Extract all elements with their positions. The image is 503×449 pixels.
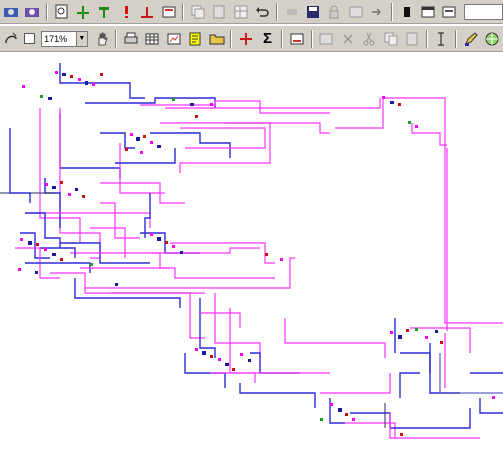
layout-icon[interactable] (231, 3, 250, 21)
chart-icon[interactable] (164, 30, 183, 48)
separator (115, 29, 118, 48)
route-green-icon[interactable] (73, 3, 92, 21)
report-icon[interactable] (186, 30, 205, 48)
node-cluster-center-top (125, 98, 213, 154)
paste-icon[interactable] (402, 30, 421, 48)
main-toolbar (0, 0, 503, 24)
curve-icon[interactable] (1, 30, 20, 48)
undo-icon[interactable] (252, 3, 271, 21)
toggle-checkbox[interactable] (24, 33, 36, 44)
node-cluster-bottom-right (320, 328, 495, 436)
separator (230, 29, 233, 48)
separator (455, 29, 458, 48)
zoom-value: 171% (44, 33, 68, 44)
separator (281, 29, 284, 48)
table-icon[interactable] (143, 30, 162, 48)
panel-icon[interactable] (440, 3, 459, 21)
sum-icon[interactable]: Σ (258, 30, 277, 48)
zoom-select[interactable]: 171% ▼ (41, 30, 88, 47)
separator (182, 2, 185, 21)
grid-icon[interactable] (317, 30, 336, 48)
node-cluster-bottom-center (195, 348, 251, 371)
red-route-icon[interactable] (137, 3, 156, 21)
node-cluster-left-middle (45, 181, 85, 198)
chevron-down-icon[interactable]: ▼ (75, 31, 87, 46)
pan-hand-icon[interactable] (92, 30, 111, 48)
black-square-icon[interactable] (397, 3, 416, 21)
view-icon[interactable] (1, 3, 20, 21)
cross-icon[interactable] (338, 30, 357, 48)
folder-icon[interactable] (207, 30, 226, 48)
route-green2-icon[interactable] (95, 3, 114, 21)
sum-label: Σ (262, 30, 272, 47)
separator (310, 29, 313, 48)
pencil-icon[interactable] (461, 30, 480, 48)
save-icon[interactable] (303, 3, 322, 21)
text-cursor-icon[interactable] (432, 30, 451, 48)
network-diagram-canvas[interactable] (0, 53, 503, 449)
node-cluster-top-left (22, 71, 103, 100)
export-icon[interactable] (346, 3, 365, 21)
find-icon[interactable] (52, 3, 71, 21)
add-node-icon[interactable] (236, 30, 255, 48)
snapshot-icon[interactable] (287, 30, 306, 48)
cut-icon[interactable] (359, 30, 378, 48)
print-icon[interactable] (159, 3, 178, 21)
import-icon[interactable] (368, 3, 387, 21)
toolbar-field[interactable] (464, 3, 503, 20)
separator (275, 2, 278, 21)
copy-icon[interactable] (381, 30, 400, 48)
print-icon[interactable] (121, 30, 140, 48)
globe-icon[interactable] (483, 30, 502, 48)
window-icon[interactable] (418, 3, 437, 21)
cut-icon[interactable] (282, 3, 301, 21)
copy-icon[interactable] (188, 3, 207, 21)
separator (390, 2, 393, 21)
paste-icon[interactable] (210, 3, 229, 21)
red-flag-icon[interactable] (116, 3, 135, 21)
secondary-toolbar: 171% ▼ Σ (0, 26, 503, 52)
separator (425, 29, 428, 48)
lock-icon[interactable] (325, 3, 344, 21)
separator (45, 2, 48, 21)
view2-icon[interactable] (22, 3, 41, 21)
